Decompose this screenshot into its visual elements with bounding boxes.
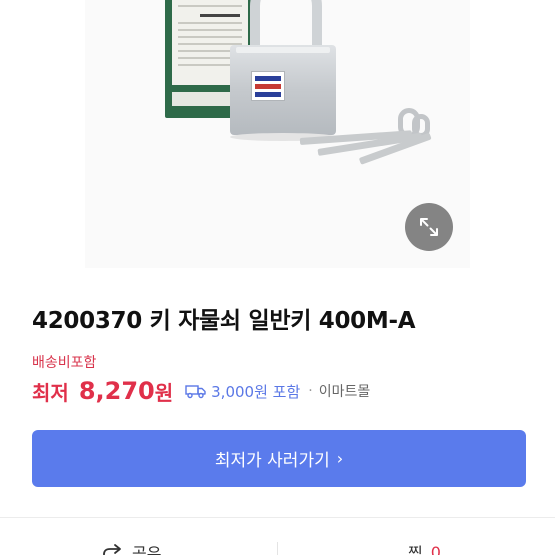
buy-lowest-price-button[interactable]: 최저가 사러가기 ›: [32, 430, 526, 487]
shipping-fee: 3,000원 포함: [211, 382, 301, 401]
seller-name[interactable]: 이마트몰: [319, 381, 371, 401]
product-title: 4200370 키 자물쇠 일반키 400M-A: [32, 308, 416, 334]
share-button[interactable]: 공유: [102, 540, 161, 555]
padlock-badge: [251, 71, 285, 101]
expand-button[interactable]: [405, 203, 453, 251]
padlock-stripe: [236, 47, 330, 53]
chevron-right-icon: ›: [336, 449, 344, 468]
separator-dot: ·: [308, 383, 313, 399]
action-separator: [277, 542, 278, 555]
price-unit: 원: [154, 380, 174, 405]
wishlist-label: 찜: [408, 544, 423, 555]
price-row: 최저 8,270 원 3,000원 포함 · 이마트몰: [32, 374, 370, 408]
price-value: 8,270: [78, 377, 155, 405]
buy-button-label: 최저가 사러가기: [214, 451, 330, 471]
share-icon: [103, 544, 121, 555]
share-label: 공유: [132, 544, 162, 555]
bottom-action-bar: 공유 찜 0: [0, 518, 555, 555]
product-image[interactable]: [0, 0, 555, 268]
wishlist-button[interactable]: 찜 0: [408, 540, 441, 555]
expand-diagonal-icon: [420, 218, 438, 236]
price-prefix: 최저: [32, 380, 69, 405]
shipping-included-label: 배송비포함: [32, 355, 97, 371]
truck-icon: [185, 383, 207, 399]
wishlist-count: 0: [430, 542, 441, 555]
